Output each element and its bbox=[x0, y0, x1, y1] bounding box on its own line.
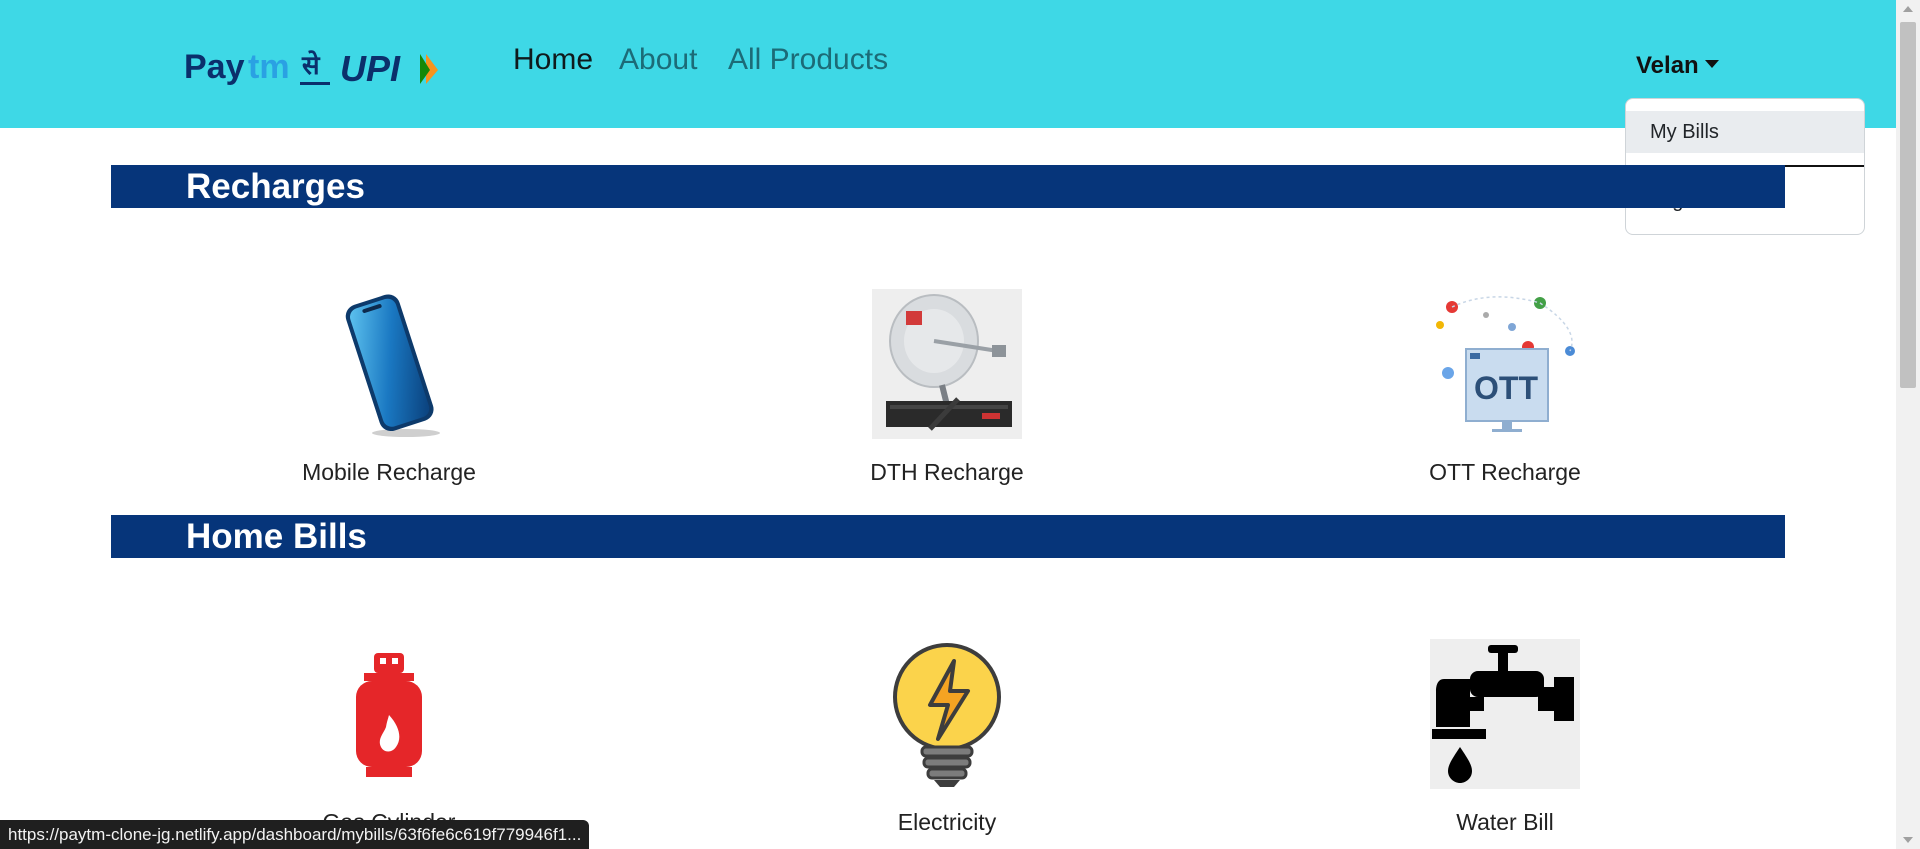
nav-home-link[interactable]: Home bbox=[513, 42, 593, 78]
svg-text:से: से bbox=[301, 50, 321, 81]
tile-gas-cylinder[interactable]: Gas Cylinder bbox=[259, 639, 519, 836]
ott-monitor-icon: OTT bbox=[1430, 289, 1580, 439]
tile-label: OTT Recharge bbox=[1429, 459, 1581, 485]
scrollbar-thumb[interactable] bbox=[1900, 22, 1916, 388]
scroll-up-arrow-icon[interactable] bbox=[1903, 6, 1913, 12]
top-navbar: Pay tm से UPI Home About All Products Ve… bbox=[0, 0, 1896, 128]
tile-label: Water Bill bbox=[1456, 809, 1554, 835]
gas-cylinder-icon bbox=[356, 653, 422, 777]
tile-label: DTH Recharge bbox=[870, 459, 1024, 485]
page: Pay tm से UPI Home About All Products Ve… bbox=[0, 0, 1920, 849]
svg-text:Pay: Pay bbox=[184, 48, 245, 86]
user-name: Velan bbox=[1636, 52, 1699, 79]
scroll-down-arrow-icon[interactable] bbox=[1903, 837, 1913, 843]
caret-down-icon bbox=[1704, 60, 1719, 68]
nav-about-link[interactable]: About bbox=[619, 42, 697, 78]
tile-ott-recharge[interactable]: OTT OTT Recharge bbox=[1375, 289, 1635, 486]
tile-label: Electricity bbox=[897, 809, 997, 835]
dropdown-item-my-bills[interactable]: My Bills bbox=[1626, 111, 1864, 153]
tile-electricity[interactable]: Electricity bbox=[817, 639, 1077, 836]
tile-water-bill[interactable]: Water Bill bbox=[1375, 639, 1635, 836]
svg-text:tm: tm bbox=[248, 48, 290, 86]
tile-label: Mobile Recharge bbox=[302, 459, 476, 485]
tile-dth-recharge[interactable]: DTH Recharge bbox=[817, 289, 1077, 486]
satellite-dish-icon bbox=[872, 289, 1022, 439]
paytm-upi-logo[interactable]: Pay tm से UPI bbox=[182, 44, 446, 92]
section-header-home-bills: Home Bills bbox=[111, 515, 1785, 558]
page-scrollbar[interactable] bbox=[1896, 0, 1920, 849]
mobile-phone-icon bbox=[345, 294, 440, 437]
svg-text:UPI: UPI bbox=[340, 48, 401, 89]
svg-text:OTT: OTT bbox=[1474, 370, 1538, 406]
status-url-tooltip: https://paytm-clone-jg.netlify.app/dashb… bbox=[0, 820, 590, 849]
light-bulb-icon bbox=[893, 643, 1001, 787]
section-title: Home Bills bbox=[186, 517, 367, 556]
tile-mobile-recharge[interactable]: Mobile Recharge bbox=[259, 289, 519, 486]
user-menu-toggle[interactable]: Velan bbox=[1636, 52, 1719, 80]
section-header-recharges: Recharges bbox=[111, 165, 1785, 208]
section-title: Recharges bbox=[186, 167, 365, 206]
nav-all-products-link[interactable]: All Products bbox=[728, 42, 888, 78]
water-tap-icon bbox=[1430, 639, 1580, 789]
